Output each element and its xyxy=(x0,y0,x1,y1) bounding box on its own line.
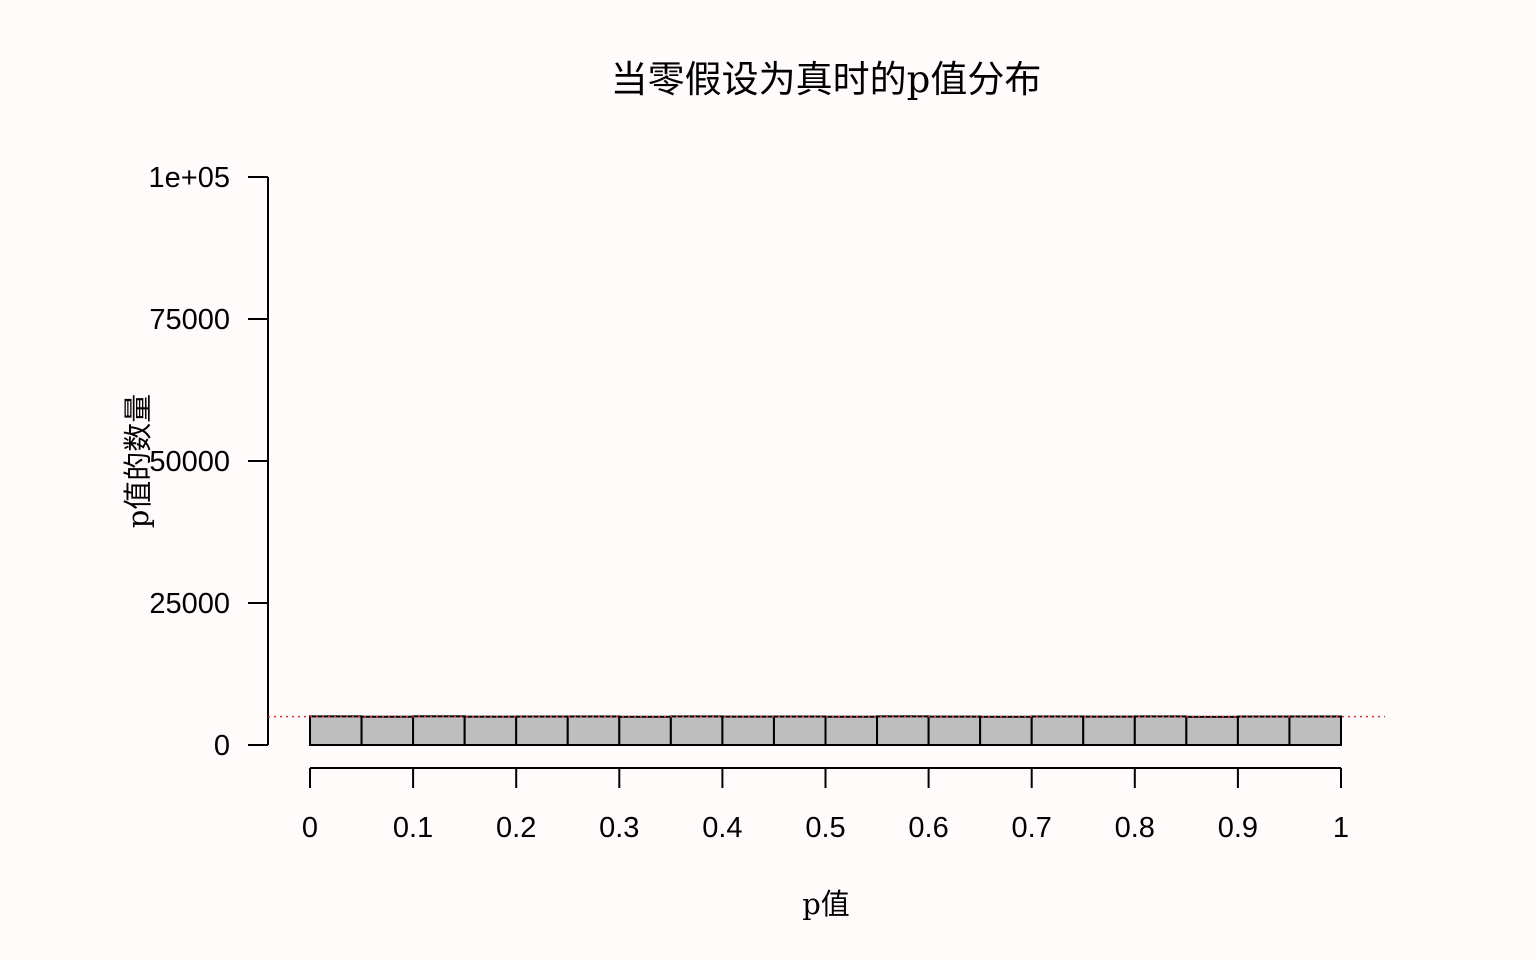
histogram-bar xyxy=(979,715,1033,746)
histogram-bar xyxy=(772,715,827,747)
x-tick-label: 0.2 xyxy=(496,812,536,844)
y-axis-label: p值的数量 xyxy=(121,394,155,529)
x-tick-label: 0.6 xyxy=(908,812,948,844)
bars xyxy=(309,715,1342,747)
x-axis-label: p值 xyxy=(802,887,850,921)
y-tick-label: 1e+05 xyxy=(149,162,230,194)
y-axis: 0 25000 50000 75000 1e+05 xyxy=(149,162,269,762)
histogram-bar xyxy=(1288,715,1342,746)
histogram-bar xyxy=(515,715,569,747)
histogram-bar xyxy=(927,715,982,746)
histogram-bar xyxy=(360,715,415,747)
x-tick-label: 0.3 xyxy=(599,812,639,844)
histogram-chart: 当零假设为真时的p值分布 0 25000 50000 75000 1e+05 0 0.1 0… xyxy=(0,0,1536,960)
x-tick-label: 0.8 xyxy=(1115,812,1155,844)
y-tick-label: 50000 xyxy=(149,446,230,478)
histogram-bar xyxy=(876,715,930,747)
y-tick-label: 0 xyxy=(214,730,230,762)
histogram-bar xyxy=(669,715,724,747)
histogram-bar xyxy=(824,715,879,747)
x-tick-label: 0.4 xyxy=(702,812,742,844)
x-tick-label: 0.5 xyxy=(805,812,845,844)
x-axis: 0 0.1 0.2 0.3 0.4 0.5 0.6 0.7 0.8 0.9 1 xyxy=(302,767,1349,844)
histogram-bar xyxy=(1185,715,1239,747)
chart-title: 当零假设为真时的p值分布 xyxy=(611,58,1042,101)
histogram-bar xyxy=(721,715,775,746)
histogram-bar xyxy=(618,715,672,746)
histogram-bar xyxy=(412,715,466,746)
histogram-bar xyxy=(566,715,621,746)
y-tick-label: 75000 xyxy=(149,304,230,336)
histogram-bar xyxy=(1030,715,1085,746)
x-tick-label: 0.7 xyxy=(1012,812,1052,844)
x-tick-label: 0.9 xyxy=(1218,812,1258,844)
y-tick-label: 25000 xyxy=(149,588,230,620)
histogram-bar xyxy=(463,715,518,746)
chart-canvas: 当零假设为真时的p值分布 02500050000750001e+05 0 0.1 0… xyxy=(121,58,1385,921)
x-tick-label: 1 xyxy=(1333,812,1349,844)
histogram-bar xyxy=(1133,715,1188,747)
histogram-bar xyxy=(309,715,363,747)
x-tick-label: 0 xyxy=(302,812,318,844)
x-tick-label: 0.1 xyxy=(393,812,433,844)
histogram-bar xyxy=(1082,715,1136,746)
histogram-bar xyxy=(1236,715,1291,747)
